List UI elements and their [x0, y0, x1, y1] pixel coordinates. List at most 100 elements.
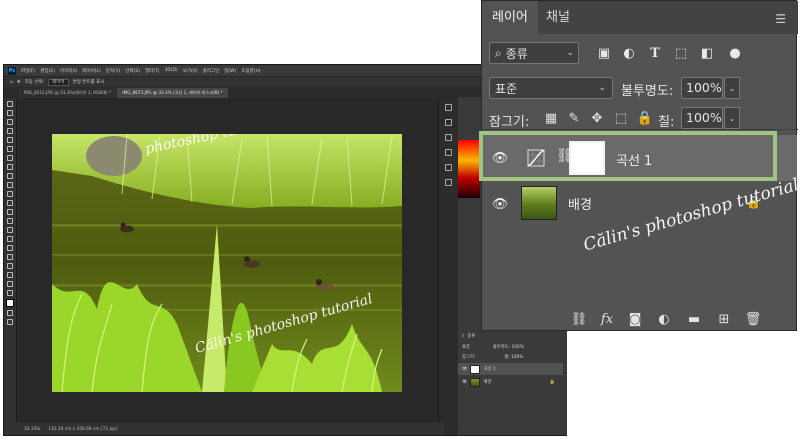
properties-panel-icon[interactable] — [445, 119, 452, 126]
group-folder-icon[interactable]: ▬ — [685, 310, 703, 328]
menu-image[interactable]: 이미지(I) — [60, 68, 77, 74]
more-tools-icon[interactable] — [7, 290, 13, 296]
healing-tool-icon[interactable] — [7, 164, 13, 170]
history-brush-tool-icon[interactable] — [7, 191, 13, 197]
menu-help[interactable]: 도움말(H) — [241, 68, 260, 74]
link-layers-icon[interactable]: ⛓ — [570, 310, 588, 328]
ps-status-bar: 33.33% 142.24 cm x 106.68 cm (72 ppi) — [4, 423, 444, 435]
zoom-level[interactable]: 33.33% — [24, 427, 40, 432]
stamp-tool-icon[interactable] — [7, 182, 13, 188]
fill-input[interactable]: 100% — [681, 107, 723, 129]
menu-filter[interactable]: 필터(T) — [145, 68, 160, 74]
menu-file[interactable]: 파일(F) — [21, 68, 35, 74]
history-panel-icon[interactable] — [445, 104, 452, 111]
shape-filter-icon[interactable]: ⬚ — [672, 44, 690, 62]
chevron-down-icon: ⌄ — [566, 48, 574, 58]
menu-plugins[interactable]: 플러그인 — [203, 68, 220, 74]
mini-layer-background[interactable]: 👁 배경 🔒 — [458, 376, 563, 388]
auto-select-label: 자동 선택: — [24, 80, 45, 85]
adjustment-filter-icon[interactable]: ◐ — [620, 44, 638, 62]
mini-lock-row: 잠그기: 칠: 100% — [458, 351, 563, 363]
adjustment-layer-icon[interactable]: ◐ — [655, 310, 673, 328]
lasso-tool-icon[interactable] — [7, 119, 13, 125]
trash-icon[interactable]: 🗑 — [744, 310, 762, 328]
brush-panel-icon[interactable] — [445, 164, 452, 171]
type-filter-icon[interactable]: T — [646, 44, 664, 62]
mini-opacity[interactable]: 불투명도: 100% — [493, 344, 524, 350]
menu-select[interactable]: 선택(S) — [125, 68, 140, 74]
brush-tool-icon[interactable] — [7, 173, 13, 179]
lock-position-icon[interactable]: ✥ — [589, 110, 605, 126]
lock-all-icon[interactable]: 🔒 — [637, 110, 653, 126]
filter-kind-dropdown[interactable]: ⌕ 종류 ⌄ — [489, 42, 579, 64]
zoom-tool-icon[interactable] — [7, 281, 13, 287]
canvas-photo[interactable]: photoshop tutorial Călin's photoshop tut… — [52, 134, 402, 392]
home-icon[interactable]: ⌂ — [10, 80, 13, 85]
blend-mode-value: 표준 — [495, 81, 518, 96]
menu-3d[interactable]: 3D(D) — [165, 68, 178, 73]
frame-tool-icon[interactable] — [7, 146, 13, 152]
gradient-tool-icon[interactable] — [7, 209, 13, 215]
add-mask-icon[interactable]: ◙ — [626, 310, 644, 328]
eye-icon[interactable]: 👁 — [491, 195, 509, 213]
menu-layer[interactable]: 레이어(L) — [82, 68, 100, 74]
transform-controls-label[interactable]: 변형 컨트롤 표시 — [73, 79, 105, 85]
color-picker-field[interactable] — [458, 140, 480, 198]
libraries-panel-icon[interactable] — [445, 149, 452, 156]
auto-select-dropdown[interactable]: 레이어 — [48, 78, 69, 86]
smart-object-filter-icon[interactable]: ◧ — [698, 44, 716, 62]
mini-filter-label[interactable]: 종류 — [467, 333, 475, 339]
opacity-input[interactable]: 100% — [681, 77, 723, 99]
tab-layers[interactable]: 레이어 — [482, 1, 538, 34]
move-tool-icon[interactable] — [7, 101, 13, 107]
fx-icon[interactable]: fx — [598, 310, 616, 328]
blur-tool-icon[interactable] — [7, 218, 13, 224]
mini-blend-mode[interactable]: 표준 — [462, 344, 470, 350]
quick-select-tool-icon[interactable] — [7, 128, 13, 134]
menu-edit[interactable]: 편집(E) — [40, 68, 55, 74]
fill-chevron-icon[interactable]: ⌄ — [724, 107, 740, 129]
blend-mode-dropdown[interactable]: 표준 ⌄ — [489, 77, 613, 99]
image-filter-icon[interactable]: ▣ — [595, 44, 613, 62]
lock-artboard-icon[interactable]: ⬚ — [613, 110, 629, 126]
mini-eye-icon[interactable]: 👁 — [462, 367, 467, 372]
mini-layer-name: 곡선 1 — [483, 367, 496, 372]
lock-label: 잠그기: — [489, 115, 530, 130]
mini-bg-thumb — [470, 377, 481, 387]
screen-mode-icon[interactable] — [7, 319, 13, 325]
mini-fill[interactable]: 칠: 100% — [504, 354, 523, 360]
pen-tool-icon[interactable] — [7, 236, 13, 242]
menu-window[interactable]: 창(W) — [224, 68, 236, 74]
marquee-tool-icon[interactable] — [7, 110, 13, 116]
panel-footer: ⛓ fx ◙ ◐ ▬ ⊞ 🗑 — [482, 306, 798, 332]
doc-tab-2[interactable]: IMG_8673.JPG @ 33.3% (곡선 1, 레이어 마스크/8) * — [117, 88, 228, 98]
panel-tabs: 레이어 채널 ☰ — [482, 1, 798, 34]
type-tool-icon[interactable] — [7, 245, 13, 251]
hand-tool-icon[interactable] — [7, 272, 13, 278]
filter-toggle-icon[interactable]: ● — [726, 44, 744, 62]
opacity-chevron-icon[interactable]: ⌄ — [724, 77, 740, 99]
quick-mask-icon[interactable] — [7, 310, 13, 316]
menu-type[interactable]: 문자(Y) — [106, 68, 121, 74]
foreground-color-swatch[interactable] — [6, 299, 14, 307]
eyedropper-tool-icon[interactable] — [7, 155, 13, 161]
character-panel-icon[interactable] — [445, 179, 452, 186]
menu-view[interactable]: 보기(V) — [183, 68, 198, 74]
mini-layer-curves[interactable]: 👁 곡선 1 — [458, 363, 563, 375]
shape-tool-icon[interactable] — [7, 263, 13, 269]
hamburger-icon[interactable]: ☰ — [775, 12, 786, 26]
lock-transparent-icon[interactable]: ▦ — [543, 110, 559, 126]
tab-channels[interactable]: 채널 — [536, 1, 580, 34]
move-icon[interactable]: ✥ — [17, 80, 21, 85]
doc-tab-1[interactable]: IMG_8212.JPG @ 33.3%(레이어 1, RGB/8) * — [19, 88, 117, 98]
mini-eye-icon[interactable]: 👁 — [462, 380, 467, 385]
fill-label: 칠: — [658, 115, 675, 130]
lock-paint-icon[interactable]: ✎ — [566, 110, 582, 126]
mini-search-icon: ⌕ — [462, 333, 465, 339]
adjustments-panel-icon[interactable] — [445, 134, 452, 141]
crop-tool-icon[interactable] — [7, 137, 13, 143]
path-select-tool-icon[interactable] — [7, 254, 13, 260]
new-layer-icon[interactable]: ⊞ — [715, 310, 733, 328]
dodge-tool-icon[interactable] — [7, 227, 13, 233]
eraser-tool-icon[interactable] — [7, 200, 13, 206]
